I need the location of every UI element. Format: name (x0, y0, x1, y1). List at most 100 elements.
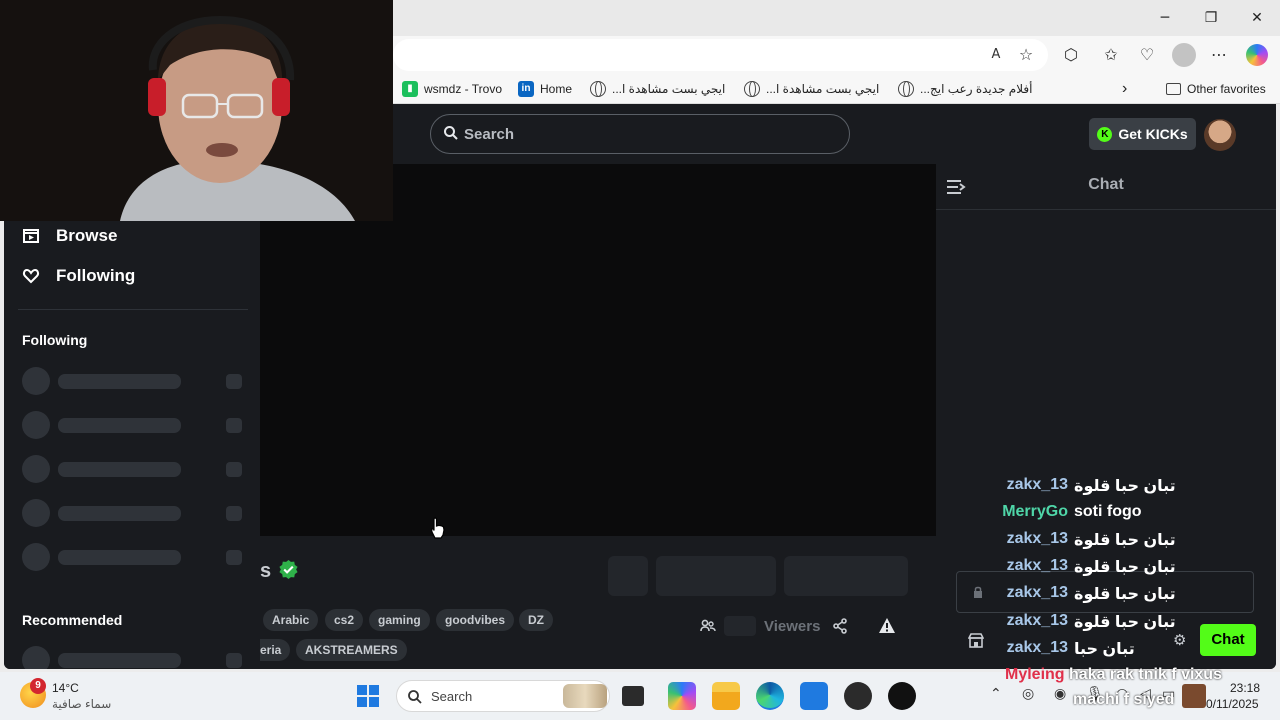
address-bar[interactable]: A ☆ (393, 39, 1048, 71)
report-warning-icon[interactable] (878, 617, 896, 634)
tray-icon[interactable]: ◎ (1022, 686, 1034, 702)
chat-panel: Chat zakx_13 تبان حبا قلوة MerryGo soti … (936, 164, 1276, 669)
chat-username[interactable]: zakx_13 (1007, 530, 1068, 548)
share-icon[interactable] (832, 618, 848, 634)
extensions-icon[interactable]: ⬡ (1060, 44, 1082, 66)
chat-username[interactable]: zakx_13 (1007, 612, 1068, 630)
chat-username: Myleing (1005, 666, 1065, 683)
chat-message: zakx_13 تبان حبا قلوة (936, 555, 1276, 579)
get-kicks-label: Get KICKs (1118, 126, 1188, 142)
skeleton-channel (22, 646, 244, 669)
other-favorites[interactable]: Other favorites (1166, 80, 1266, 98)
tag-chip[interactable]: goodvibes (436, 609, 515, 631)
tag-chip[interactable]: Arabic (263, 609, 319, 631)
skeleton-channel (22, 455, 244, 483)
nav-browse[interactable]: Browse (22, 224, 117, 248)
profile-icon[interactable] (1172, 43, 1196, 67)
chat-title: Chat (1088, 176, 1124, 193)
weather-badge: 9 (30, 678, 46, 694)
skeleton-channel (22, 499, 244, 527)
globe-icon (744, 81, 760, 97)
chat-text-overflow: machi f siyed (1073, 691, 1175, 708)
chat-username[interactable]: zakx_13 (1007, 639, 1068, 657)
chat-text: haka rak tnik f vixus (1069, 666, 1222, 683)
favorite-label: Home (540, 82, 573, 96)
chat-text: تبان حبا قلوة (1074, 614, 1176, 631)
store-icon[interactable] (968, 632, 984, 648)
search-input[interactable]: Search (430, 114, 850, 154)
tag-chip[interactable]: cs2 (325, 609, 364, 631)
webcam-person-image (0, 0, 393, 221)
minimize-button[interactable]: ─ (1142, 6, 1188, 30)
restore-button[interactable]: ❐ (1188, 6, 1234, 30)
sidebar: Browse Following Following Recommended (4, 164, 260, 669)
favorite-star-icon[interactable]: ☆ (1015, 44, 1037, 66)
get-kicks-button[interactable]: K Get KICKs (1089, 118, 1196, 150)
favorite-item[interactable]: أفلام جديدة رعب ايج... (898, 80, 1032, 98)
linkedin-icon: in (518, 81, 534, 97)
browse-icon (23, 229, 39, 243)
favorite-label: ايجي بست مشاهدة ا... (766, 82, 880, 96)
tag-chip[interactable]: eria (260, 639, 291, 661)
favorite-item[interactable]: in Home (518, 80, 572, 98)
chat-message-overflow: Myleing haka rak tnik f vixus (1005, 666, 1222, 684)
favorite-label: أفلام جديدة رعب ايج... (920, 82, 1033, 96)
favorite-item[interactable]: ايجي بست مشاهدة ا... (744, 80, 879, 98)
browser-essentials-icon[interactable]: ♡ (1136, 44, 1158, 66)
tag-chip[interactable]: AKSTREAMERS (296, 639, 407, 661)
copilot-icon[interactable] (1246, 44, 1268, 66)
chat-username[interactable]: MerryGo (1002, 503, 1068, 521)
folder-icon (1166, 83, 1181, 95)
other-favorites-label: Other favorites (1187, 82, 1266, 96)
chat-send-button[interactable]: Chat (1200, 624, 1256, 656)
app-icon[interactable] (888, 682, 916, 710)
taskbar-search-label: Search (431, 689, 473, 704)
chevron-right-icon[interactable]: › (1122, 80, 1127, 98)
chat-message: zakx_13 تبان حبا قلوة (936, 528, 1276, 552)
favorite-item[interactable]: ▮ wsmdz - Trovo (402, 80, 502, 98)
chat-username[interactable]: zakx_13 (1007, 476, 1068, 494)
hand-cursor-icon (430, 517, 445, 539)
obs-studio-icon[interactable] (844, 682, 872, 710)
viewers-number-placeholder (724, 616, 756, 636)
skeleton-channel (22, 411, 244, 439)
clock-date[interactable]: 0/11/2025 (1206, 697, 1259, 711)
heart-icon (22, 268, 40, 284)
tray-icon[interactable]: ◉ (1054, 686, 1066, 702)
favorite-label: wsmdz - Trovo (424, 82, 503, 96)
chat-username[interactable]: zakx_13 (1007, 557, 1068, 575)
read-aloud-icon[interactable]: A (985, 44, 1007, 66)
taskbar-search[interactable]: Search (396, 680, 610, 712)
close-button[interactable]: ✕ (1234, 6, 1280, 30)
clock-time[interactable]: 23:18 (1230, 681, 1260, 695)
chat-username[interactable]: zakx_13 (1007, 584, 1068, 602)
task-view-icon[interactable] (622, 686, 644, 706)
favorite-item[interactable]: ايجي بست مشاهدة ا... (590, 80, 725, 98)
skeleton-button (784, 556, 908, 596)
tray-app-icon[interactable] (1182, 684, 1206, 708)
chat-message: zakx_13 تبان حبا قلوة (936, 582, 1276, 606)
user-avatar[interactable] (1204, 119, 1236, 151)
file-explorer-icon[interactable] (712, 682, 740, 710)
windows-start-icon[interactable] (356, 684, 380, 708)
search-highlight-image (563, 684, 607, 708)
search-icon (444, 126, 458, 140)
sidebar-divider (18, 309, 248, 310)
streamer-name[interactable]: s (260, 560, 271, 583)
microsoft-store-icon[interactable] (800, 682, 828, 710)
favorite-label: ايجي بست مشاهدة ا... (612, 82, 726, 96)
more-menu-icon[interactable]: ⋯ (1208, 44, 1230, 66)
weather-description: سماء صافية (52, 697, 112, 711)
favorites-icon[interactable]: ✩ (1100, 44, 1122, 66)
edge-browser-icon[interactable] (756, 682, 784, 710)
tag-chip[interactable]: DZ (519, 609, 553, 631)
globe-icon (898, 81, 914, 97)
tag-chip[interactable]: gaming (369, 609, 430, 631)
trovo-icon: ▮ (402, 81, 418, 97)
search-placeholder: Search (464, 126, 515, 143)
chevron-up-icon[interactable]: ⌃ (990, 686, 1002, 702)
chat-settings-icon[interactable]: ⚙ (1173, 631, 1186, 649)
microsoft-365-icon[interactable] (668, 682, 696, 710)
skeleton-channel (22, 543, 244, 571)
nav-following[interactable]: Following (22, 264, 135, 288)
